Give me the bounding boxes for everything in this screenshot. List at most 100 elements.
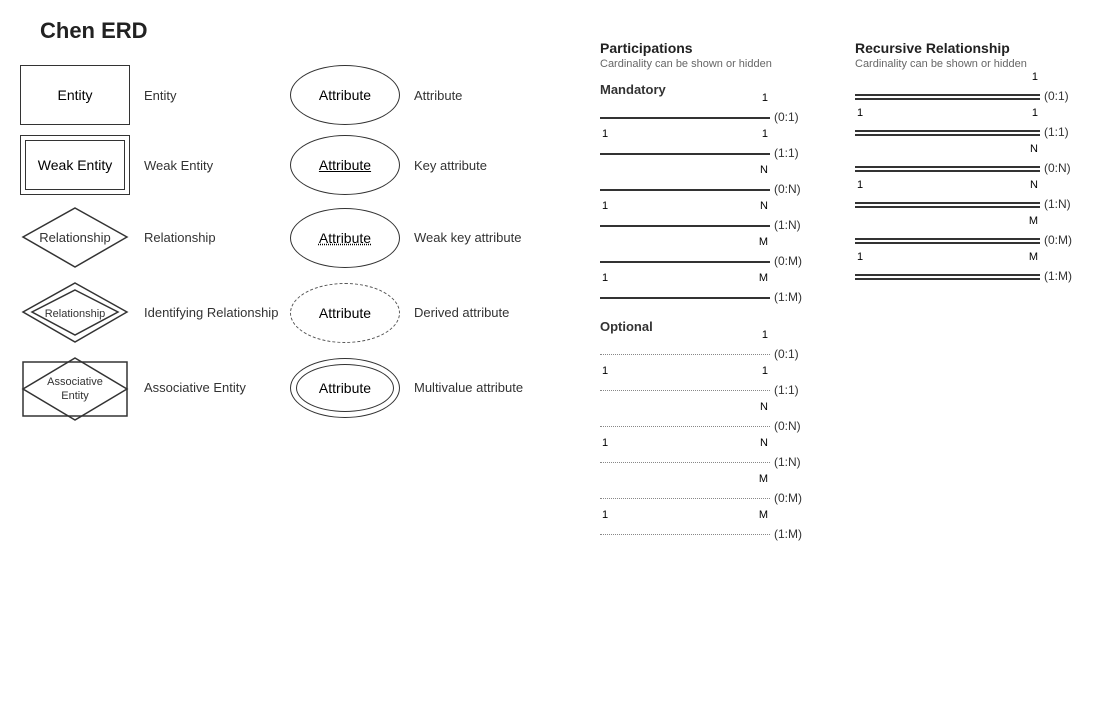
weak-key-attribute-shape: Attribute [290,208,400,268]
rec-row-1m: 1 M (1:M) [855,262,1105,290]
cardinality-0n: (0:N) [774,182,801,196]
line-01: 1 [600,105,770,129]
relationship-shape: Relationship [20,205,130,270]
identifying-relationship-item: Relationship Identifying Relationship [20,280,290,345]
rec-num-right-11: 1 [1032,107,1038,119]
multivalue-attribute-item: Attribute Multivalue attribute [290,358,560,418]
shape-row-2: Weak Entity Weak Entity Attribute Key at… [20,135,580,195]
weak-key-attribute-label: Weak key attribute [414,230,521,245]
opt-cardinality-01: (0:1) [774,347,799,361]
shape-row-1: Entity Entity Attribute Attribute [20,65,580,125]
svg-text:Entity: Entity [61,390,89,402]
opt-num-left-1m: 1 [602,509,608,521]
weak-entity-label: Weak Entity [144,158,213,173]
opt-cardinality-11: (1:1) [774,383,799,397]
solid-line-1m [600,297,770,299]
dotted-line-0n [600,426,770,428]
relationship-label: Relationship [144,230,216,245]
relationship-item: Relationship Relationship [20,205,290,270]
num-left-1m: 1 [602,272,608,284]
recursive-subtitle: Cardinality can be shown or hidden [855,58,1105,70]
derived-attribute-shape: Attribute [290,283,400,343]
associative-entity-label: Associative Entity [144,380,246,395]
entity-shape-label: Entity [57,87,92,103]
multivalue-attribute-label: Multivalue attribute [414,380,523,395]
line-0n: N [600,177,770,201]
mandatory-row-1n: 1 N (1:N) [600,211,840,239]
mandatory-row-0m: M (0:M) [600,247,840,275]
rec-row-1n: 1 N (1:N) [855,190,1105,218]
optional-row-1m: 1 M (1:M) [600,520,840,548]
opt-num-right-1n: N [760,437,768,449]
opt-cardinality-0n: (0:N) [774,419,801,433]
derived-attribute-label: Derived attribute [414,305,509,320]
line-0m: M [600,249,770,273]
svg-text:Relationship: Relationship [39,230,111,245]
rec-cardinality-01: (0:1) [1044,89,1069,103]
participations-title: Participations [600,40,840,56]
recursive-panel: Recursive Relationship Cardinality can b… [855,40,1105,298]
identifying-relationship-label: Identifying Relationship [144,305,278,320]
rec-num-right-01: 1 [1032,71,1038,83]
line-11: 1 1 [600,141,770,165]
line-1n: 1 N [600,213,770,237]
solid-line-1n [600,225,770,227]
opt-num-right-01: 1 [762,329,768,341]
opt-line-11: 1 1 [600,378,770,402]
cardinality-01: (0:1) [774,110,799,124]
shape-row-3: Relationship Relationship Attribute Weak… [20,205,580,270]
mandatory-row-01: 1 (0:1) [600,103,840,131]
rec-row-0n: N (0:N) [855,154,1105,182]
identifying-relationship-shape: Relationship [20,280,130,345]
opt-line-0m: M [600,486,770,510]
dotted-line-11 [600,390,770,392]
multivalue-attribute-shape: Attribute [290,358,400,418]
associative-entity-item: Associative Entity Associative Entity [20,355,290,420]
opt-line-1m: 1 M [600,522,770,546]
derived-attribute-item: Attribute Derived attribute [290,283,560,343]
attribute-normal-shape-label: Attribute [319,87,371,103]
rec-num-right-1m: M [1029,251,1038,263]
rec-line-01: 1 [855,84,1040,108]
opt-num-left-11: 1 [602,365,608,377]
optional-row-0m: M (0:M) [600,484,840,512]
weak-key-shape-label: Attribute [319,230,371,246]
entity-item: Entity Entity [20,65,290,125]
attribute-normal-item: Attribute Attribute [290,65,560,125]
optional-row-01: 1 (0:1) [600,340,840,368]
num-left-11: 1 [602,128,608,140]
rec-line-0m: M [855,228,1040,252]
optional-row-0n: N (0:N) [600,412,840,440]
page-title: Chen ERD [0,0,1120,44]
cardinality-0m: (0:M) [774,254,802,268]
dotted-line-0m [600,498,770,500]
shape-row-4: Relationship Identifying Relationship At… [20,280,580,345]
rec-num-left-1n: 1 [857,179,863,191]
rec-cardinality-0m: (0:M) [1044,233,1072,247]
rec-line-1m: 1 M [855,264,1040,288]
solid-line-01 [600,117,770,119]
dotted-line-1m [600,534,770,536]
mandatory-label: Mandatory [600,82,840,97]
svg-text:Associative: Associative [47,376,103,388]
participations-subtitle: Cardinality can be shown or hidden [600,58,840,70]
solid-line-11 [600,153,770,155]
cardinality-1m: (1:M) [774,290,802,304]
num-right-1m: M [759,272,768,284]
rec-num-left-11: 1 [857,107,863,119]
weak-entity-shape-label: Weak Entity [38,157,112,173]
key-attribute-shape: Attribute [290,135,400,195]
entity-label: Entity [144,88,177,103]
svg-text:Relationship: Relationship [45,308,106,320]
attribute-normal-label: Attribute [414,88,462,103]
solid-line-0n [600,189,770,191]
shape-row-5: Associative Entity Associative Entity At… [20,355,580,420]
participations-panel: Participations Cardinality can be shown … [600,40,840,556]
mandatory-row-11: 1 1 (1:1) [600,139,840,167]
rec-line-11: 1 1 [855,120,1040,144]
opt-num-right-0m: M [759,473,768,485]
cardinality-11: (1:1) [774,146,799,160]
derived-attribute-shape-label: Attribute [319,305,371,321]
key-attribute-item: Attribute Key attribute [290,135,560,195]
rec-cardinality-1n: (1:N) [1044,197,1071,211]
